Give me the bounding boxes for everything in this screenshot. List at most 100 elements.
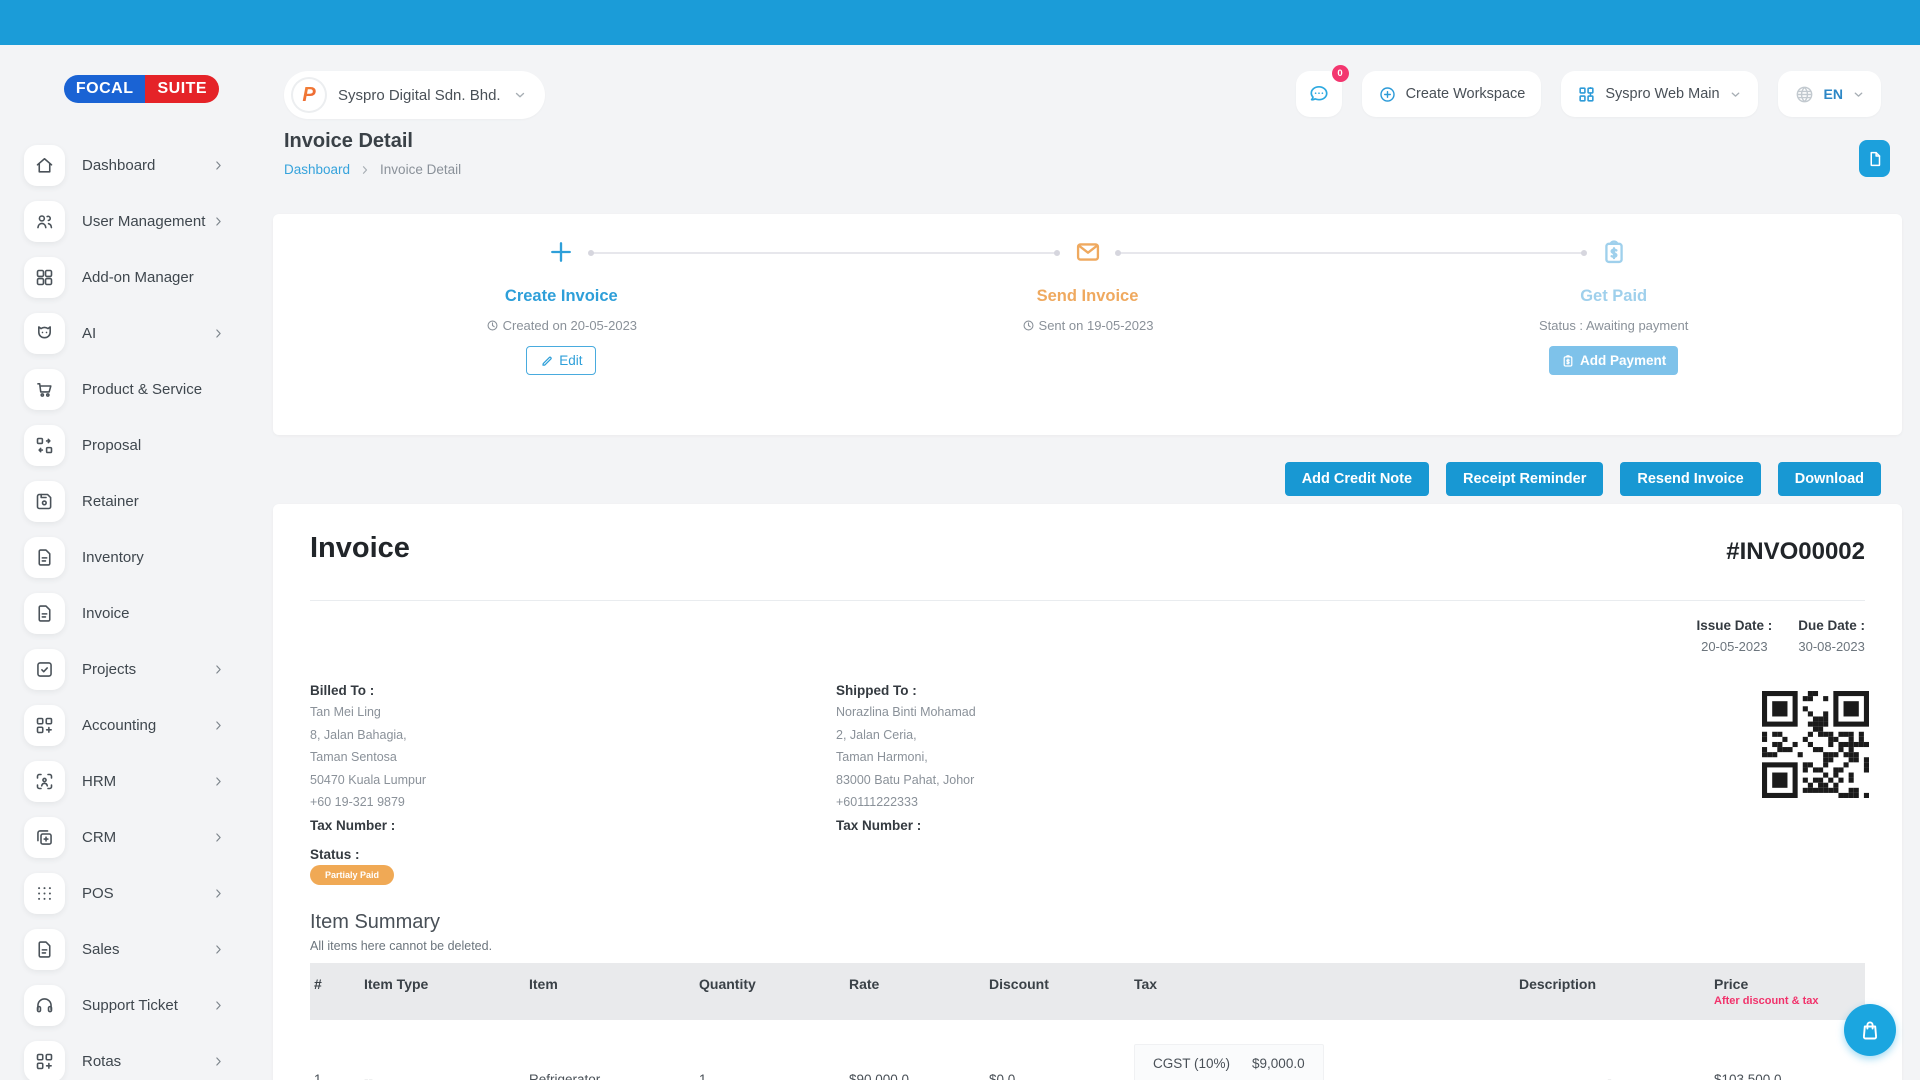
sidebar-item-label: Product & Service: [82, 381, 202, 398]
sidebar: FOCAL SUITE Dashboard User Management Add-…: [0, 45, 283, 1080]
workspace-selector[interactable]: Syspro Web Main: [1561, 71, 1757, 117]
sidebar-item-product-service[interactable]: Product & Service: [24, 367, 283, 412]
invoice-number: #INVO00002: [1726, 538, 1865, 566]
sidebar-item-rotas[interactable]: Rotas: [24, 1039, 283, 1080]
plus-icon: [547, 238, 575, 266]
chevron-right-icon: [212, 159, 225, 172]
users-icon: [24, 201, 65, 242]
pencil-icon: [540, 354, 554, 368]
sidebar-item-pos[interactable]: POS: [24, 871, 283, 916]
column-header-quantity: Quantity: [695, 963, 845, 1020]
chat-button[interactable]: 0: [1296, 71, 1342, 117]
sidebar-item-inventory[interactable]: Inventory: [24, 535, 283, 580]
company-selector[interactable]: P Syspro Digital Sdn. Bhd.: [284, 71, 545, 119]
sidebar-item-label: Projects: [82, 661, 136, 678]
edit-button[interactable]: Edit: [526, 346, 596, 375]
scan-user-icon: [34, 771, 55, 792]
chevron-down-icon: [1852, 88, 1865, 101]
tax-name: CGST (10%): [1153, 1056, 1230, 1071]
step-send-invoice: Send InvoiceSent on 19-05-2023: [928, 238, 1248, 333]
column-header-description: Description: [1515, 963, 1710, 1020]
button-label: Add Payment: [1580, 353, 1666, 368]
billed-tax-number-label: Tax Number :: [310, 818, 640, 833]
sidebar-item-add-on-manager[interactable]: Add-on Manager: [24, 255, 283, 300]
sidebar-item-user-management[interactable]: User Management: [24, 199, 283, 244]
column-header-item-type: Item Type: [360, 963, 525, 1020]
sidebar-item-label: Accounting: [82, 717, 156, 734]
check-square-icon: [34, 659, 55, 680]
chevron-right-icon: [212, 831, 225, 844]
column-header-price: PriceAfter discount & tax: [1710, 963, 1865, 1020]
grid-plus-icon: [24, 1041, 65, 1080]
price-note: After discount & tax: [1714, 995, 1855, 1007]
clock-icon: [486, 319, 499, 332]
grid4-icon: [34, 267, 55, 288]
invoice-dates: Issue Date : 20-05-2023 Due Date : 30-08…: [1696, 618, 1865, 654]
sidebar-item-label: Dashboard: [82, 157, 155, 174]
mail-icon: [928, 238, 1248, 268]
cart-icon: [34, 379, 55, 400]
column-header-rate: Rate: [845, 963, 985, 1020]
cell-price: $103,500.0: [1710, 1020, 1865, 1080]
grid-plus-icon: [24, 705, 65, 746]
status-label: Status :: [310, 847, 360, 862]
create-workspace-button[interactable]: Create Workspace: [1362, 71, 1542, 117]
sidebar-item-invoice[interactable]: Invoice: [24, 591, 283, 636]
issue-date-block: Issue Date : 20-05-2023: [1696, 618, 1772, 654]
dots-icon: [24, 873, 65, 914]
status-badge: Partialy Paid: [310, 865, 394, 885]
document-quick-button[interactable]: [1859, 140, 1890, 177]
workspace-name: Syspro Web Main: [1605, 86, 1719, 102]
step-subtitle-text: Created on 20-05-2023: [503, 318, 637, 333]
item-table-body: 1--Refrigerator1$90,000.0$0.0CGST (10%)$…: [310, 1020, 1865, 1080]
sidebar-item-proposal[interactable]: Proposal: [24, 423, 283, 468]
transform-icon: [34, 435, 55, 456]
sidebar-item-hrm[interactable]: HRM: [24, 759, 283, 804]
headphones-icon: [24, 985, 65, 1026]
resend-invoice-button[interactable]: Resend Invoice: [1620, 462, 1760, 496]
brand-logo[interactable]: FOCAL SUITE: [0, 75, 283, 103]
clipboard-dollar-icon: [1600, 238, 1628, 266]
sidebar-menu: Dashboard User Management Add-on Manager AI…: [0, 143, 283, 1080]
chevron-right-icon: [212, 999, 225, 1012]
cell-num: 1: [310, 1020, 360, 1080]
due-date-label: Due Date :: [1798, 618, 1865, 633]
breadcrumb-dashboard-link[interactable]: Dashboard: [284, 162, 350, 177]
address-line: Taman Harmoni,: [836, 750, 1166, 764]
cat-icon: [34, 323, 55, 344]
sidebar-item-sales[interactable]: Sales: [24, 927, 283, 972]
sidebar-item-dashboard[interactable]: Dashboard: [24, 143, 283, 188]
sidebar-item-crm[interactable]: CRM: [24, 815, 283, 860]
cart-floating-button[interactable]: [1844, 1004, 1896, 1056]
chat-badge: 0: [1332, 65, 1349, 82]
plus-icon: [401, 238, 721, 268]
sidebar-item-ai[interactable]: AI: [24, 311, 283, 356]
billed-to-block: Billed To : Tan Mei Ling8, Jalan Bahagia…: [310, 683, 640, 833]
sidebar-item-projects[interactable]: Projects: [24, 647, 283, 692]
item-summary-note: All items here cannot be deleted.: [310, 939, 492, 953]
step-title: Get Paid: [1454, 287, 1774, 306]
cell-description: -: [1515, 1020, 1710, 1080]
sidebar-item-accounting[interactable]: Accounting: [24, 703, 283, 748]
step-subtitle-text: Sent on 19-05-2023: [1039, 318, 1154, 333]
chevron-right-icon: [212, 1055, 225, 1068]
cell-tax: CGST (10%)$9,000.0: [1130, 1020, 1515, 1080]
sidebar-item-label: User Management: [82, 213, 205, 230]
address-line: 83000 Batu Pahat, Johor: [836, 773, 1166, 787]
sidebar-item-support-ticket[interactable]: Support Ticket: [24, 983, 283, 1028]
add-credit-note-button[interactable]: Add Credit Note: [1285, 462, 1429, 496]
receipt-reminder-button[interactable]: Receipt Reminder: [1446, 462, 1603, 496]
language-selector[interactable]: EN: [1778, 71, 1881, 117]
company-logo-icon: P: [292, 78, 326, 112]
download-button[interactable]: Download: [1778, 462, 1881, 496]
document-icon: [1866, 150, 1884, 168]
add-payment-button[interactable]: Add Payment: [1549, 346, 1678, 375]
address-line: +60 19-321 9879: [310, 795, 640, 809]
brand-logo-focal: FOCAL: [64, 75, 146, 103]
headphones-icon: [34, 995, 55, 1016]
save-icon: [24, 481, 65, 522]
mail-icon: [1074, 238, 1102, 266]
sidebar-item-retainer[interactable]: Retainer: [24, 479, 283, 524]
address-line: Taman Sentosa: [310, 750, 640, 764]
cat-icon: [24, 313, 65, 354]
